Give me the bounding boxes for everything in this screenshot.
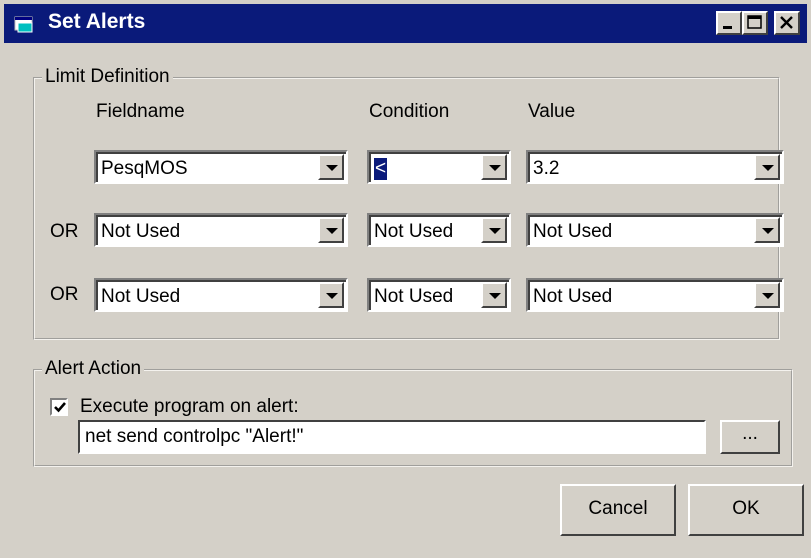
condition-combo-2-value: Not Used (374, 221, 454, 242)
fieldname-header: Fieldname (96, 101, 185, 122)
browse-button-label: ... (742, 423, 758, 444)
chevron-down-icon[interactable] (318, 154, 344, 180)
set-alerts-dialog: Set Alerts Limit Definition Fieldname Co… (0, 0, 811, 558)
chevron-down-icon[interactable] (481, 154, 507, 180)
condition-combo-3-value: Not Used (374, 286, 454, 307)
execute-program-checkbox[interactable] (50, 398, 68, 416)
condition-combo-1-value: < (374, 158, 388, 180)
window-title: Set Alerts (48, 10, 146, 33)
close-button[interactable] (774, 11, 800, 35)
maximize-icon (747, 15, 762, 29)
value-combo-3[interactable]: Not Used (526, 278, 784, 312)
minimize-icon (723, 26, 732, 29)
value-combo-2[interactable]: Not Used (526, 213, 784, 247)
limit-definition-legend: Limit Definition (42, 66, 173, 88)
fieldname-combo-2-value: Not Used (101, 221, 181, 242)
close-icon (780, 16, 793, 29)
value-combo-2-value: Not Used (533, 221, 613, 242)
command-input[interactable] (78, 420, 706, 454)
checkmark-icon (54, 402, 66, 413)
ok-button[interactable]: OK (688, 484, 804, 536)
condition-combo-3[interactable]: Not Used (367, 278, 511, 312)
chevron-down-icon[interactable] (481, 282, 507, 308)
value-combo-1[interactable]: 3.2 (526, 150, 784, 184)
cancel-button-label: Cancel (588, 498, 648, 519)
condition-header: Condition (369, 101, 450, 122)
fieldname-combo-2[interactable]: Not Used (94, 213, 348, 247)
or-label-2: OR (50, 284, 79, 305)
ok-button-label: OK (732, 498, 760, 519)
value-combo-1-value: 3.2 (533, 158, 560, 179)
chevron-down-icon[interactable] (481, 217, 507, 243)
minimize-button[interactable] (716, 11, 742, 35)
condition-combo-2[interactable]: Not Used (367, 213, 511, 247)
alert-action-legend: Alert Action (42, 358, 145, 380)
chevron-down-icon[interactable] (754, 154, 780, 180)
condition-combo-1[interactable]: < (367, 150, 511, 184)
fieldname-combo-3-value: Not Used (101, 286, 181, 307)
or-label-1: OR (50, 221, 79, 242)
chevron-down-icon[interactable] (754, 282, 780, 308)
chevron-down-icon[interactable] (318, 282, 344, 308)
chevron-down-icon[interactable] (754, 217, 780, 243)
app-icon (14, 16, 33, 33)
value-combo-3-value: Not Used (533, 286, 613, 307)
cancel-button[interactable]: Cancel (560, 484, 676, 536)
chevron-down-icon[interactable] (318, 217, 344, 243)
fieldname-combo-1-value: PesqMOS (101, 158, 188, 179)
fieldname-combo-3[interactable]: Not Used (94, 278, 348, 312)
browse-button[interactable]: ... (720, 420, 780, 454)
title-bar[interactable]: Set Alerts (4, 4, 807, 43)
maximize-button[interactable] (742, 11, 768, 35)
value-header: Value (528, 101, 576, 122)
fieldname-combo-1[interactable]: PesqMOS (94, 150, 348, 184)
execute-program-label[interactable]: Execute program on alert: (80, 396, 299, 418)
